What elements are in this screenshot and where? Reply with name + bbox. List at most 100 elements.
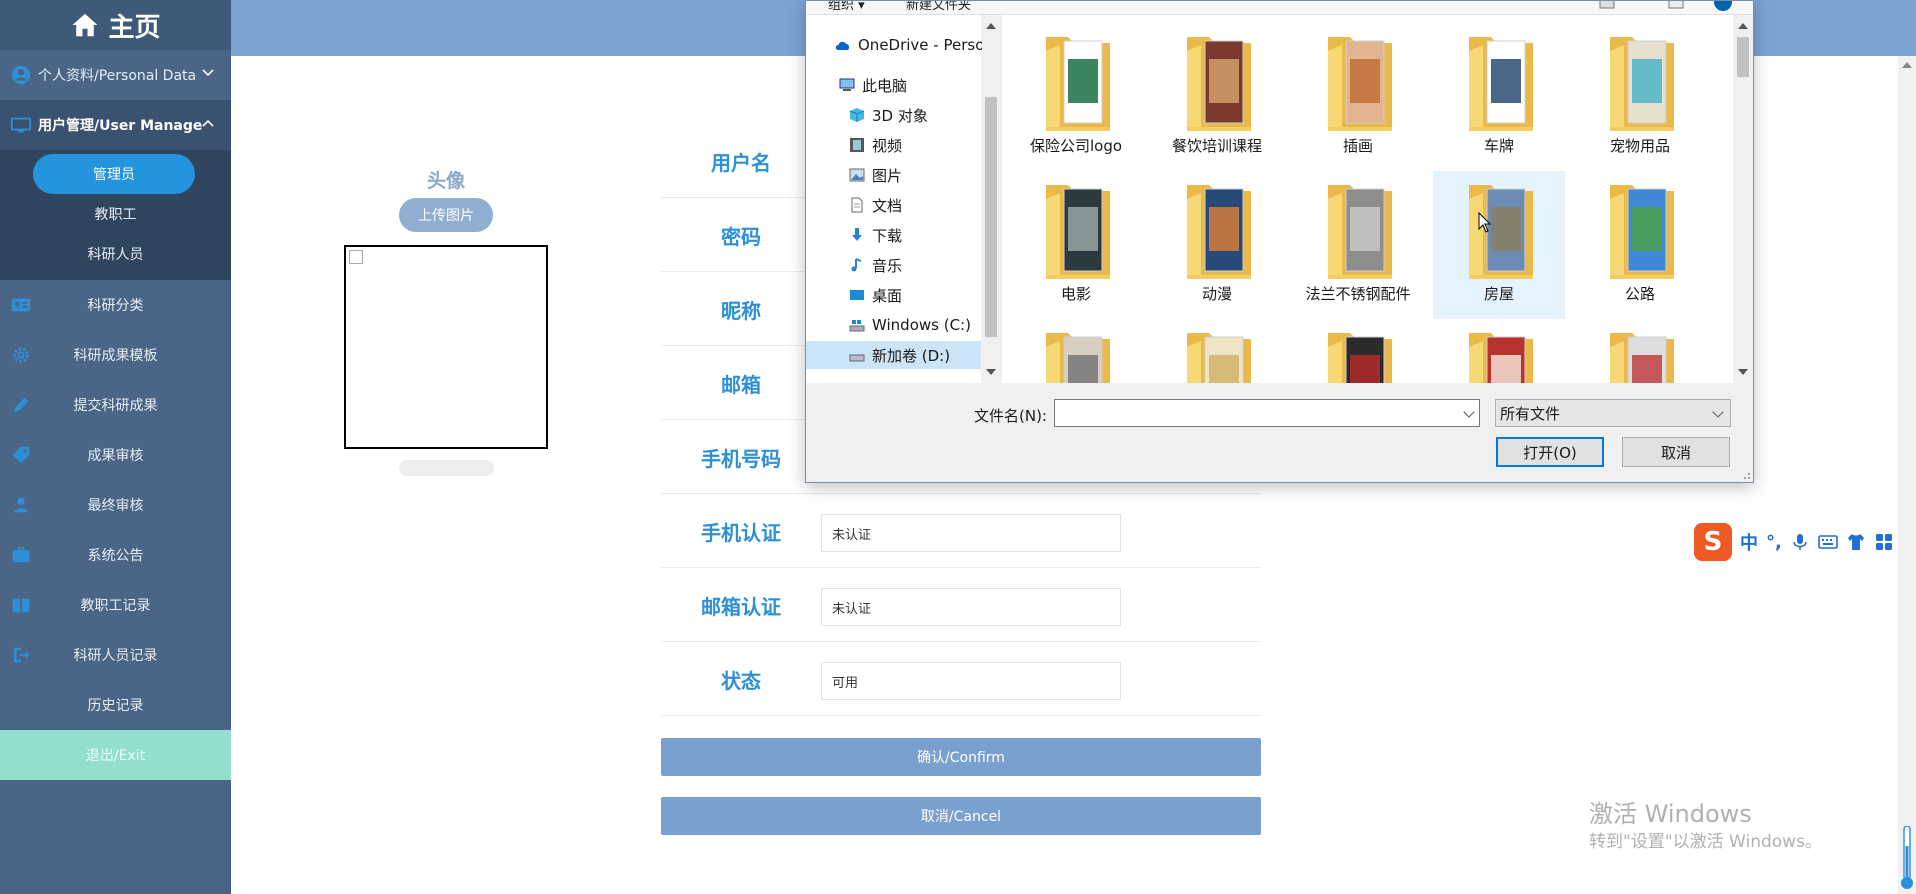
folder-item[interactable]: 保险公司logo <box>1010 23 1142 171</box>
folder-icon <box>1610 185 1674 279</box>
folder-item[interactable] <box>1010 319 1142 383</box>
sidebar-item-personal-data[interactable]: 个人资料/Personal Data <box>0 50 231 100</box>
shirt-icon[interactable] <box>1846 532 1866 552</box>
broken-image-icon <box>349 250 363 264</box>
nav-item-desktop[interactable]: 桌面 <box>848 281 902 309</box>
folder-item[interactable]: 插画 <box>1292 23 1424 171</box>
scroll-up-arrow[interactable] <box>1738 23 1748 29</box>
cancel-button[interactable]: 取消/Cancel <box>661 797 1261 835</box>
folder-item[interactable]: 电影 <box>1010 171 1142 319</box>
phone-verify-field[interactable]: 未认证 <box>821 514 1121 552</box>
nav-item-label: 新加卷 (D:) <box>872 346 951 365</box>
email-verify-field[interactable]: 未认证 <box>821 588 1121 626</box>
keyboard-icon[interactable] <box>1818 532 1838 552</box>
user-circle-icon <box>11 65 31 85</box>
document-icon <box>851 197 863 213</box>
user-manage-submenu: 管理员 教职工 科研人员 <box>0 150 231 280</box>
gear-icon <box>13 347 29 363</box>
scroll-up-arrow[interactable] <box>986 23 996 29</box>
ime-punctuation[interactable]: °, <box>1766 532 1782 553</box>
folder-item[interactable] <box>1151 319 1283 383</box>
new-folder-button[interactable]: 新建文件夹 <box>906 1 971 13</box>
folder-item[interactable]: 公路 <box>1574 171 1706 319</box>
home-link[interactable]: 主页 <box>0 0 231 50</box>
exit-button[interactable]: 退出/Exit <box>0 730 231 780</box>
nav-item-pictures[interactable]: 图片 <box>848 161 902 189</box>
sidebar-item-researcher-records[interactable]: 科研人员记录 <box>0 630 231 680</box>
sidebar-item-announcement[interactable]: 系统公告 <box>0 530 231 580</box>
view-icon[interactable] <box>1599 1 1615 9</box>
upload-image-button[interactable]: 上传图片 <box>399 198 493 232</box>
open-button[interactable]: 打开(O) <box>1496 437 1604 467</box>
folder-item[interactable] <box>1292 319 1424 383</box>
sidebar-item-staff-records[interactable]: 教职工记录 <box>0 580 231 630</box>
sidebar-item-label: 个人资料/Personal Data <box>38 68 197 84</box>
nav-item-onedrive[interactable]: OneDrive - Perso <box>834 31 984 59</box>
sidebar-item-label: 历史记录 <box>87 698 144 714</box>
resize-grip-icon[interactable] <box>1741 470 1751 480</box>
grid-apps-icon[interactable] <box>1874 532 1894 552</box>
nav-item-drive-d[interactable]: 新加卷 (D:) <box>806 341 981 369</box>
sidebar-subitem-researcher[interactable]: 科研人员 <box>0 234 231 274</box>
dialog-cancel-button[interactable]: 取消 <box>1622 437 1730 467</box>
preview-pane-icon[interactable] <box>1668 1 1684 9</box>
folder-view-scrollbar[interactable] <box>1733 15 1753 383</box>
nav-item-3d-objects[interactable]: 3D 对象 <box>848 101 928 129</box>
nav-item-label: OneDrive - Perso <box>858 36 985 54</box>
sidebar-item-research-category[interactable]: 科研分类 <box>0 280 231 330</box>
status-field[interactable]: 可用 <box>821 662 1121 700</box>
folder-icon <box>1469 333 1533 383</box>
filename-input[interactable] <box>1054 399 1480 427</box>
activation-watermark-subtitle: 转到"设置"以激活 Windows。 <box>1589 832 1822 852</box>
folder-item[interactable]: 餐饮培训课程 <box>1151 23 1283 171</box>
microphone-icon[interactable] <box>1790 532 1810 552</box>
file-open-dialog: 组织 ▾ 新建文件夹 OneDrive - Perso 此电脑 3D 对象 视频 <box>805 0 1754 483</box>
scroll-down-arrow[interactable] <box>1738 369 1748 375</box>
sidebar-item-user-manage[interactable]: 用户管理/User Manage <box>0 100 231 150</box>
scroll-up-arrow[interactable] <box>1902 62 1912 68</box>
folder-item[interactable]: 动漫 <box>1151 171 1283 319</box>
chevron-down-icon[interactable] <box>1463 406 1475 418</box>
folder-item[interactable] <box>1574 319 1706 383</box>
sidebar-item-history[interactable]: 历史记录 <box>0 680 231 730</box>
page-scrollbar[interactable] <box>1898 56 1916 894</box>
help-icon[interactable] <box>1714 1 1732 11</box>
avatar-preview <box>344 245 548 449</box>
nav-item-downloads[interactable]: 下载 <box>848 221 902 249</box>
sidebar-item-final-review[interactable]: 最终审核 <box>0 480 231 530</box>
sidebar-item-submit-research[interactable]: 提交科研成果 <box>0 380 231 430</box>
filetype-select[interactable]: 所有文件 <box>1495 399 1731 427</box>
folder-label: 保险公司logo <box>1029 137 1123 155</box>
folder-item[interactable]: 房屋 <box>1433 171 1565 319</box>
nav-item-label: 此电脑 <box>862 76 908 95</box>
sidebar-item-label: 科研成果模板 <box>73 348 158 364</box>
app-page: 主页 个人资料/Personal Data 用户管理/User Manage 管… <box>0 0 1916 894</box>
folder-item[interactable]: 法兰不锈钢配件 <box>1292 171 1424 319</box>
folder-label: 插画 <box>1342 137 1373 155</box>
nav-pane-scrollbar[interactable] <box>982 15 1000 383</box>
folder-item[interactable] <box>1433 319 1565 383</box>
scroll-thumb[interactable] <box>1737 37 1749 77</box>
nav-item-this-pc[interactable]: 此电脑 <box>838 71 907 99</box>
folder-icon <box>1187 37 1251 131</box>
sidebar-item-result-review[interactable]: 成果审核 <box>0 430 231 480</box>
scroll-thumb[interactable] <box>985 97 997 337</box>
nav-item-drive-c[interactable]: Windows (C:) <box>848 311 971 339</box>
sogou-logo-icon[interactable]: S <box>1694 523 1732 561</box>
sidebar-subitem-admin[interactable]: 管理员 <box>33 154 195 194</box>
folder-item[interactable]: 宠物用品 <box>1574 23 1706 171</box>
sidebar-item-research-template[interactable]: 科研成果模板 <box>0 330 231 380</box>
sidebar-subitem-staff[interactable]: 教职工 <box>0 194 231 234</box>
activation-watermark-title: 激活 Windows <box>1589 800 1752 828</box>
scroll-down-arrow[interactable] <box>986 369 996 375</box>
ime-chinese-mode[interactable]: 中 <box>1740 529 1758 555</box>
folder-item[interactable]: 车牌 <box>1433 23 1565 171</box>
nav-item-label: 音乐 <box>872 256 903 275</box>
nav-item-music[interactable]: 音乐 <box>848 251 902 279</box>
organize-menu[interactable]: 组织 ▾ <box>828 1 865 13</box>
nav-item-documents[interactable]: 文档 <box>848 191 902 219</box>
confirm-button[interactable]: 确认/Confirm <box>661 738 1261 776</box>
nav-item-videos[interactable]: 视频 <box>848 131 902 159</box>
monitor-icon <box>10 117 32 133</box>
desktop-icon <box>850 290 864 300</box>
